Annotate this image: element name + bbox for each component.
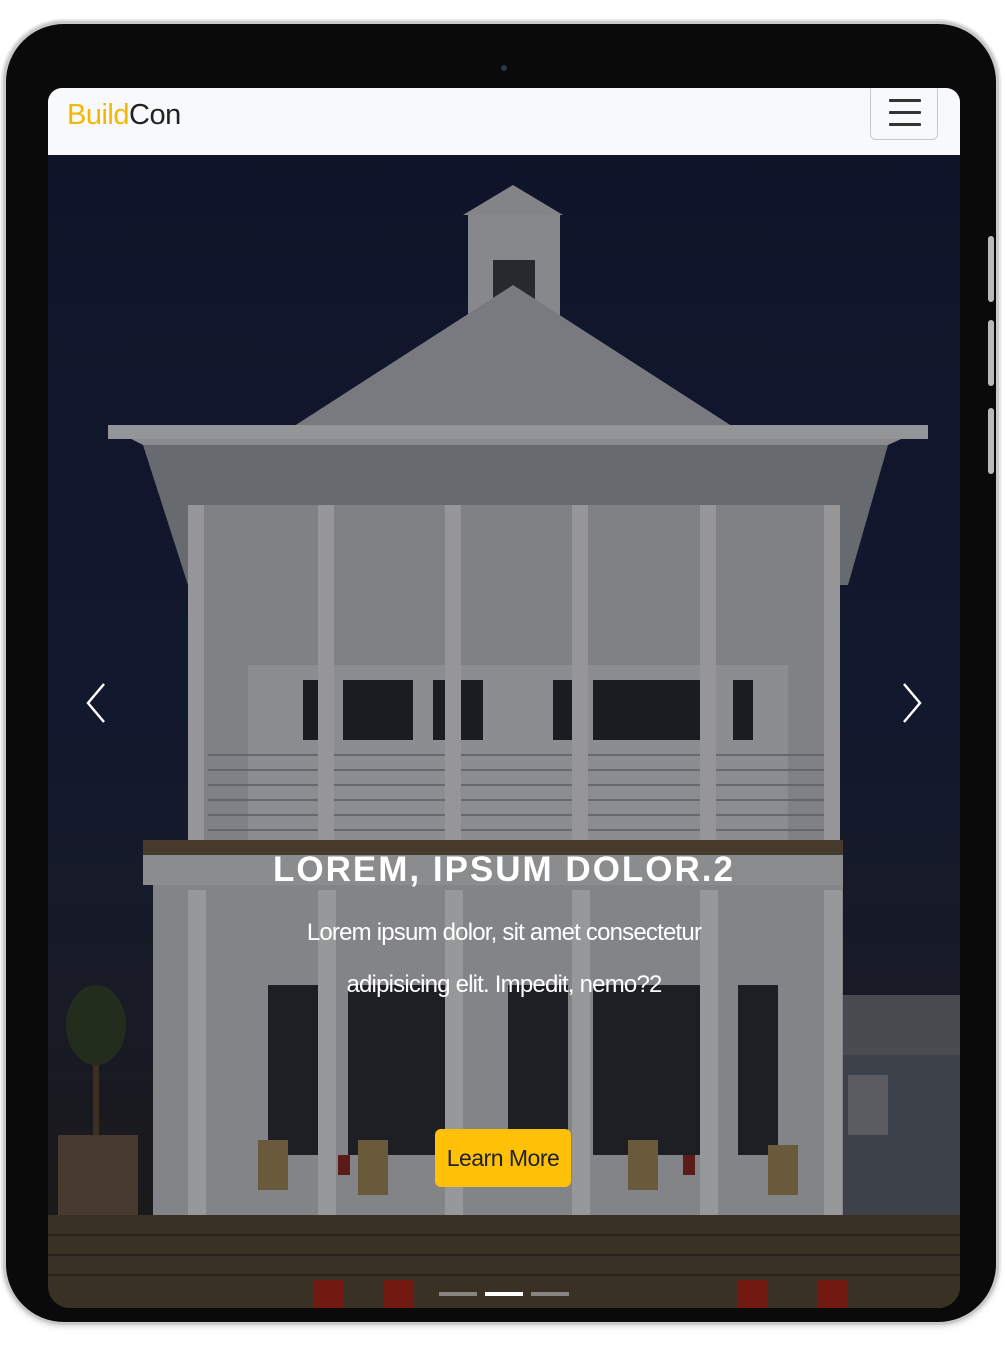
- chevron-right-icon: [903, 683, 922, 723]
- brand-accent-text: Build: [67, 99, 130, 131]
- carousel-prev-button[interactable]: [78, 678, 118, 728]
- carousel-indicator-1[interactable]: [439, 1292, 477, 1296]
- carousel-slide: LOREM, IPSUM DOLOR.2 Lorem ipsum dolor, …: [48, 155, 960, 1308]
- device-screen: BuildCon LOREM, IPSUM DOLOR.2 Lorem ipsu…: [48, 88, 960, 1308]
- navbar-toggler-button[interactable]: [870, 88, 938, 140]
- carousel-next-button[interactable]: [890, 678, 930, 728]
- device-side-button: [988, 408, 994, 474]
- brand-rest-text: Con: [129, 99, 181, 131]
- learn-more-button[interactable]: Learn More: [435, 1129, 571, 1187]
- caption-title: LOREM, IPSUM DOLOR.2: [273, 850, 735, 889]
- front-camera: [501, 65, 507, 71]
- carousel-indicator-3[interactable]: [531, 1292, 569, 1296]
- chevron-left-icon: [86, 683, 105, 723]
- brand-logo[interactable]: BuildCon: [67, 98, 181, 132]
- tablet-frame: BuildCon LOREM, IPSUM DOLOR.2 Lorem ipsu…: [6, 24, 996, 1322]
- caption-text: Lorem ipsum dolor, sit amet consectetur …: [306, 919, 702, 998]
- navbar: BuildCon: [48, 88, 960, 155]
- device-volume-button: [988, 236, 994, 302]
- carousel-indicators: [48, 1292, 960, 1298]
- device-volume-button: [988, 320, 994, 386]
- carousel-caption: LOREM, IPSUM DOLOR.2 Lorem ipsum dolor, …: [48, 845, 960, 1011]
- carousel-indicator-2[interactable]: [485, 1292, 523, 1296]
